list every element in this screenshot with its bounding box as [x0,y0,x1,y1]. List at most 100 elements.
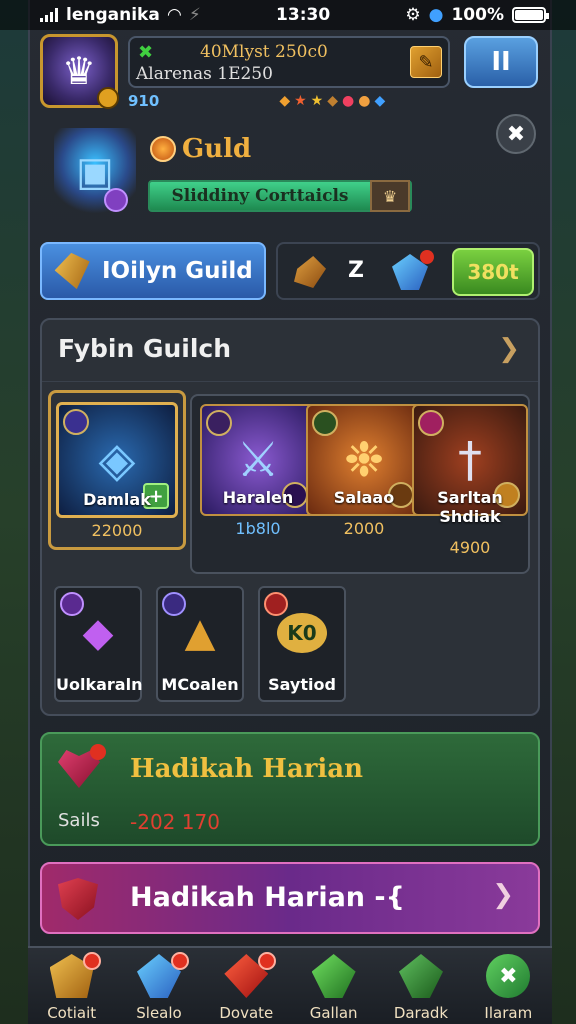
daily-quest-value: -202 170 [130,810,220,834]
carrier-name: lenganika [66,5,160,25]
featured-item[interactable]: ◈ + Damlak 22000 [56,402,178,540]
shop-item[interactable]: † Sarltan Shdiak 4900 [412,404,528,557]
daily-quest-title: Hadikah Harian [130,754,364,784]
guild-banner-icon [51,248,97,294]
location-icon: ● [428,5,444,25]
action-row: IOilyn Guild Z 380t [40,242,540,300]
guild-emblem: ▣ [54,128,136,216]
item-cost: 2000 [343,519,385,538]
my-guild-button[interactable]: IOilyn Guild [40,242,266,300]
item-name: Uolkaraln [56,675,143,694]
close-icon: ✖ [506,121,526,147]
player-avatar[interactable]: ♛ [40,34,119,109]
amulet-icon: ❉ [343,432,385,488]
nav-item-slealo[interactable]: Slealo [115,948,202,1024]
nav-label: Slealo [136,1004,182,1022]
pause-button[interactable]: II [464,36,538,88]
daily-quest-card[interactable]: Hadikah Harian Sails -202 170 [40,732,540,846]
crystal-shield-icon: ▣ [76,149,114,195]
purple-gem-icon [104,188,128,212]
resource-count: Z [348,258,364,283]
shop-item-small[interactable]: ▲ MCoalen [156,586,244,702]
daily-reward-title: Hadikah Harian -{ [130,882,405,913]
nav-item-cotiait[interactable]: Cotiait [28,948,115,1024]
status-bar: lenganika ◠ ⚡ 13:30 ⚙ ● 100% [0,0,576,30]
settings-icon: ⚙ [405,5,421,25]
gem-icon: ◆ [374,93,386,109]
daily-quest-sub: Sails [58,810,100,831]
guild-bar-label: Sliddiny Corttaicls [171,186,349,206]
emblem-icon: K0 [264,598,340,668]
check-icon: ✖ [138,42,154,63]
notification-dot [257,952,276,970]
emblem-badge: K0 [277,613,327,653]
shop-item-small[interactable]: K0 Saytiod [258,586,346,702]
item-name: Sarltan Shdiak [437,488,503,526]
item-name: Salaao [333,488,395,507]
player-info-line1: 40Mlyst 250c0 [200,42,328,62]
nav-item-daradk[interactable]: Daradk [377,948,464,1024]
shop-item[interactable]: ⚔ Haralen 1b8l0 [200,404,316,538]
daily-reward-card[interactable]: Hadikah Harian -{ ❯ [40,862,540,934]
notification-dot [83,952,102,970]
avatar-badge [97,87,119,109]
shield-icon: ▲ [184,610,216,656]
chevron-right-icon[interactable]: ❯ [498,334,520,364]
shop-item-small[interactable]: ◆ Uolkaraln [54,586,142,702]
gem-icon: ● [342,93,355,109]
level-row: 910 ◆ ★ ★ ◆ ● ● ◆ [128,92,428,110]
chevron-right-icon[interactable]: ❯ [492,880,514,910]
battery-icon [511,7,549,23]
ore-icon [294,256,326,288]
item-name: Damlak [83,490,151,509]
crown-icon[interactable]: ♛ [370,180,410,212]
start-label: 380t [467,260,519,284]
guild-title-text: Guld [182,134,252,164]
guild-progress-bar[interactable]: Sliddiny Corttaicls ♛ [148,180,412,212]
item-name: Saytiod [268,675,336,694]
nav-label: Gallan [309,1004,358,1022]
notification-dot [170,952,189,970]
dagger-icon: † [458,432,482,488]
rune-icon [63,409,89,435]
star-icon: ★ [310,93,324,109]
leaf-gem-icon [398,954,443,998]
item-cost: 1b8l0 [235,519,281,538]
gem-icon: ● [358,93,371,109]
my-guild-label: IOilyn Guild [102,258,253,284]
nav-item-dovate[interactable]: Dovate [203,948,290,1024]
charging-icon: ⚡ [188,5,201,25]
coin-icon [150,136,176,162]
gem-icon: ◆ [327,93,338,109]
player-info-line2: Alarenas 1E250 [136,64,273,84]
rune-icon [312,410,338,436]
notification-dot [90,744,106,760]
player-info-box: ✖ 40Mlyst 250c0 Alarenas 1E250 ✎ [128,36,450,88]
wifi-icon: ◠ [167,5,181,25]
panel-header[interactable]: Fybin Guilch ❯ [42,320,538,382]
star-icon [418,410,444,436]
clock: 13:30 [276,5,331,25]
gem-icon: ◆ [279,93,291,109]
nav-item-gallan[interactable]: Gallan [290,948,377,1024]
star-icon: ★ [294,93,307,109]
sword-icon: ⚔ [236,432,280,488]
nav-label: Cotiait [47,1004,97,1022]
item-name: MCoalen [161,675,239,694]
signal-icon [40,8,58,22]
crystal-shield-icon: ◈ [98,432,136,488]
warrior-helmet-icon: ♛ [61,49,97,93]
nav-label: Daradk [393,1004,449,1022]
nav-label: Ilaram [484,1004,533,1022]
nav-item-ilaram[interactable]: ✖ Ilaram [465,948,552,1024]
edit-icon[interactable]: ✎ [410,46,442,78]
achievement-gems: ◆ ★ ★ ◆ ● ● ◆ [279,93,385,109]
shield-icon [58,878,98,920]
item-group: ⚔ Haralen 1b8l0 ❉ Salaao 2000 † Sarltan … [190,394,530,574]
start-button[interactable]: 380t [452,248,534,296]
shop-item[interactable]: ❉ Salaao 2000 [306,404,422,538]
pause-label: II [491,47,511,77]
panel-title: Fybin Guilch [58,334,232,363]
player-level: 910 [128,92,160,110]
close-button[interactable]: ✖ [496,114,536,154]
